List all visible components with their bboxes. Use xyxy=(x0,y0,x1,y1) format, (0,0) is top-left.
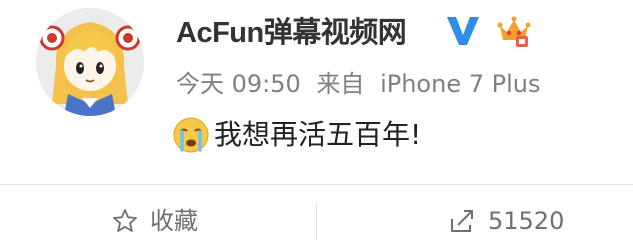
user-avatar[interactable] xyxy=(36,8,144,116)
star-icon xyxy=(113,209,137,232)
repost-button[interactable]: 51520 xyxy=(448,198,564,244)
source-prefix: 来自 xyxy=(316,70,365,98)
crying-face-emoji-icon xyxy=(172,116,210,154)
source-device[interactable]: iPhone 7 Plus xyxy=(380,70,540,98)
repost-count: 51520 xyxy=(488,207,565,235)
divider xyxy=(0,184,633,185)
post-time[interactable]: 今天 09:50 xyxy=(176,70,301,98)
weibo-post-card: AcFun弹幕视频网 今天 09:50 来自 iPhone 7 Plus 我想再… xyxy=(0,0,633,247)
username[interactable]: AcFun弹幕视频网 xyxy=(176,11,407,55)
post-text: 我想再活五百年! xyxy=(214,118,422,151)
favorite-button[interactable]: 收藏 xyxy=(112,198,198,244)
repost-icon xyxy=(451,210,473,232)
verified-icon xyxy=(447,17,479,45)
favorite-label: 收藏 xyxy=(150,207,198,235)
post-meta: 今天 09:50 来自 iPhone 7 Plus xyxy=(176,66,548,102)
action-separator xyxy=(316,202,317,240)
vip-crown-icon[interactable] xyxy=(496,14,532,50)
post-content: 我想再活五百年! xyxy=(172,112,421,158)
